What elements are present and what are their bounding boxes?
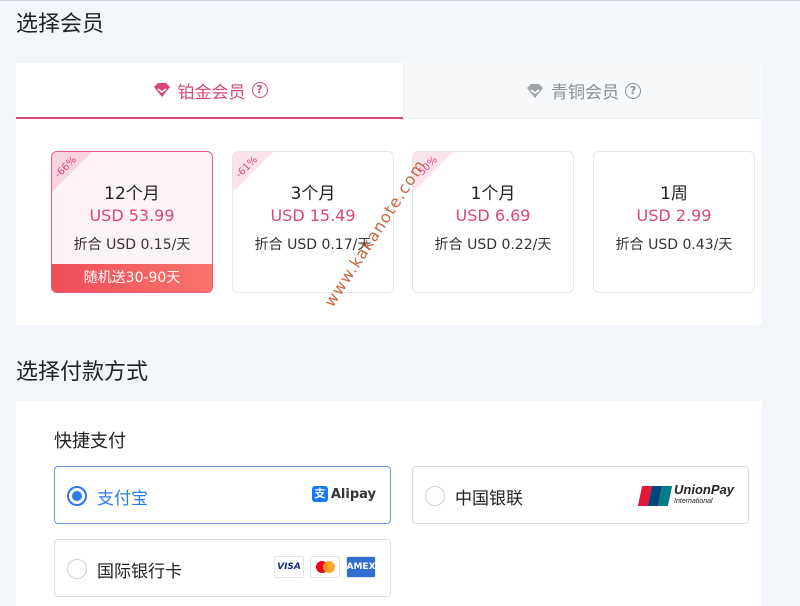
- plan-price: USD 6.69: [455, 206, 531, 225]
- quick-pay-label: 快捷支付: [54, 431, 126, 452]
- payment-option-unionpay[interactable]: 中国银联 UnionPay International: [412, 466, 749, 524]
- plan-unit-price: 折合 USD 0.15/天: [73, 237, 191, 253]
- plan-card-1-week[interactable]: 1周 USD 2.99 折合 USD 0.43/天: [593, 151, 755, 293]
- plan-unit-price: 折合 USD 0.43/天: [615, 237, 733, 253]
- question-circle-icon[interactable]: ?: [251, 82, 268, 98]
- plan-name: 3个月: [290, 184, 336, 204]
- tab-bronze-label: 青铜会员: [551, 83, 619, 103]
- card-brand-logos: VISA AMEX: [274, 556, 376, 578]
- top-divider: [0, 0, 800, 1]
- plan-card-12-months[interactable]: -66% 12个月 USD 53.99 折合 USD 0.15/天 随机送30-…: [51, 151, 213, 293]
- choose-payment-title: 选择付款方式: [16, 360, 149, 385]
- payment-label: 支付宝: [97, 489, 148, 509]
- diamond-icon: [527, 83, 543, 98]
- radio-button[interactable]: [67, 559, 87, 579]
- plan-bonus-banner: 随机送30-90天: [52, 264, 212, 292]
- plan-unit-price: 折合 USD 0.17/天: [254, 237, 372, 253]
- membership-panel: 铂金会员 ? 青铜会员 ? -66% 12个月 USD 53.99 折合 USD…: [16, 63, 762, 325]
- tab-platinum[interactable]: 铂金会员 ?: [16, 63, 403, 119]
- plan-card-1-month[interactable]: -50% 1个月 USD 6.69 折合 USD 0.22/天: [412, 151, 574, 293]
- payment-panel: 快捷支付 支付宝 支 Alipay 中国银联 UnionPay Internati…: [16, 401, 762, 606]
- plan-name: 1个月: [470, 184, 516, 204]
- tab-platinum-label: 铂金会员: [177, 82, 246, 103]
- plan-price: USD 15.49: [270, 206, 356, 225]
- payment-label: 中国银联: [455, 489, 523, 509]
- membership-tabs: 铂金会员 ? 青铜会员 ?: [16, 63, 762, 119]
- diamond-icon: [153, 83, 170, 97]
- mastercard-logo-icon: [310, 556, 340, 578]
- plan-card-3-months[interactable]: -61% 3个月 USD 15.49 折合 USD 0.17/天: [232, 151, 394, 293]
- question-circle-icon[interactable]: ?: [625, 82, 641, 99]
- tab-bronze[interactable]: 青铜会员 ?: [403, 63, 762, 119]
- amex-logo-icon: AMEX: [346, 556, 376, 578]
- radio-button[interactable]: [67, 486, 87, 506]
- payment-option-intl-card[interactable]: 国际银行卡 VISA AMEX: [54, 539, 391, 597]
- plan-price: USD 2.99: [636, 206, 712, 225]
- plan-name: 12个月: [104, 184, 160, 204]
- payment-label: 国际银行卡: [97, 562, 182, 582]
- plan-name: 1周: [660, 184, 688, 204]
- choose-membership-title: 选择会员: [16, 12, 105, 37]
- plan-price: USD 53.99: [89, 206, 175, 225]
- plan-unit-price: 折合 USD 0.22/天: [434, 237, 552, 253]
- visa-logo-icon: VISA: [274, 556, 304, 578]
- radio-button[interactable]: [425, 486, 445, 506]
- alipay-logo-icon: 支 Alipay: [311, 486, 376, 502]
- payment-option-alipay[interactable]: 支付宝 支 Alipay: [54, 466, 391, 524]
- unionpay-logo-icon: UnionPay International: [637, 483, 734, 508]
